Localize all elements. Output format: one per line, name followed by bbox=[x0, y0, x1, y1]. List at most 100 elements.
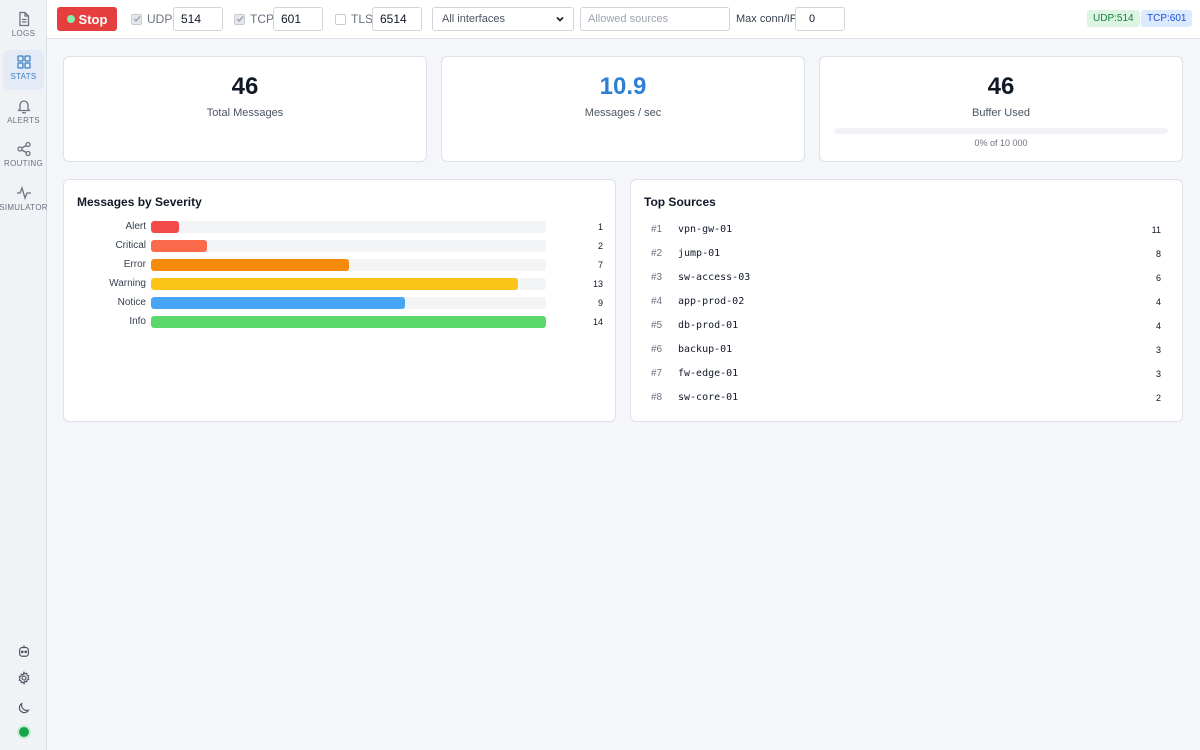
severity-bar-track bbox=[151, 221, 546, 233]
top-sources-panel: Top Sources #1 vpn-gw-01 11 #2 jump-01 8 #3 sw-… bbox=[630, 179, 1183, 422]
severity-row-warning: Warning 13 bbox=[64, 277, 617, 291]
severity-name: Critical bbox=[115, 240, 146, 251]
source-count: 3 bbox=[1155, 369, 1161, 379]
tcp-label: TCP bbox=[250, 12, 274, 26]
bell-icon bbox=[16, 100, 31, 114]
source-row[interactable]: #8 sw-core-01 2 bbox=[631, 391, 1184, 405]
file-icon bbox=[18, 11, 29, 27]
source-row[interactable]: #6 backup-01 3 bbox=[631, 343, 1184, 357]
severity-bar bbox=[151, 316, 546, 328]
sidebar-item-label: STATS bbox=[10, 72, 37, 81]
udp-label: UDP bbox=[147, 12, 173, 26]
source-count: 6 bbox=[1155, 273, 1161, 283]
stop-label: Stop bbox=[78, 11, 108, 27]
source-count: 4 bbox=[1155, 321, 1161, 331]
theme-toggle[interactable] bbox=[0, 701, 47, 715]
udp-checkbox[interactable] bbox=[131, 13, 142, 25]
tls-toggle[interactable]: TLS bbox=[335, 7, 373, 31]
sidebar-item-simulator[interactable]: SIMULATOR bbox=[0, 181, 48, 221]
tcp-status-badge: TCP:601 bbox=[1141, 10, 1193, 27]
tcp-port-input[interactable] bbox=[273, 7, 323, 31]
udp-port-input[interactable] bbox=[173, 7, 223, 31]
tcp-checkbox[interactable] bbox=[234, 13, 245, 25]
settings-button[interactable] bbox=[0, 671, 47, 685]
severity-name: Notice bbox=[117, 297, 146, 308]
check-icon bbox=[133, 16, 141, 23]
interface-select-value: All interfaces bbox=[442, 13, 505, 25]
max-conn-input[interactable] bbox=[795, 7, 845, 31]
allowed-sources-input[interactable] bbox=[580, 7, 730, 31]
severity-title: Messages by Severity bbox=[77, 195, 202, 209]
toolbar: Stop UDP TCP TLS All interfaces Max conn… bbox=[47, 0, 1200, 39]
source-count: 8 bbox=[1155, 249, 1161, 259]
message-rate-value: 10.9 bbox=[599, 73, 647, 100]
sidebar-item-alerts[interactable]: ALERTS bbox=[3, 94, 44, 134]
message-rate-card: 10.9 Messages / sec bbox=[441, 56, 805, 162]
sidebar-item-logs[interactable]: LOGS bbox=[3, 7, 44, 47]
source-name: fw-edge-01 bbox=[678, 368, 739, 379]
source-rank: #7 bbox=[651, 368, 663, 379]
severity-bar bbox=[151, 278, 518, 290]
sidebar-item-label: ALERTS bbox=[7, 116, 40, 125]
pulse-icon bbox=[16, 186, 31, 200]
severity-row-info: Info 14 bbox=[64, 315, 617, 329]
top-sources-title: Top Sources bbox=[644, 195, 716, 209]
status-dot bbox=[18, 727, 29, 737]
severity-row-critical: Critical 2 bbox=[64, 239, 617, 253]
source-name: vpn-gw-01 bbox=[678, 224, 733, 235]
sidebar-item-stats[interactable]: STATS bbox=[3, 50, 44, 90]
severity-count: 9 bbox=[597, 298, 603, 308]
source-rank: #6 bbox=[651, 344, 663, 355]
sidebar-item-routing[interactable]: ROUTING bbox=[3, 137, 44, 177]
severity-bar-track bbox=[151, 278, 546, 290]
source-name: sw-core-01 bbox=[678, 392, 739, 403]
sidebar: LOGS STATS ALERTS ROUTING SIMULATOR bbox=[0, 0, 48, 750]
source-name: jump-01 bbox=[678, 248, 721, 259]
robot-button[interactable] bbox=[0, 644, 47, 658]
total-messages-label: Total Messages bbox=[206, 107, 284, 119]
source-rank: #8 bbox=[651, 392, 663, 403]
severity-row-notice: Notice 9 bbox=[64, 296, 617, 310]
severity-bar bbox=[151, 221, 180, 233]
severity-count: 7 bbox=[597, 260, 603, 270]
source-row[interactable]: #4 app-prod-02 4 bbox=[631, 295, 1184, 309]
source-row[interactable]: #7 fw-edge-01 3 bbox=[631, 367, 1184, 381]
severity-count: 1 bbox=[597, 222, 603, 232]
severity-count: 2 bbox=[597, 241, 603, 251]
source-count: 4 bbox=[1155, 297, 1161, 307]
source-name: app-prod-02 bbox=[678, 296, 745, 307]
buffer-used-label: Buffer Used bbox=[972, 107, 1030, 119]
source-rank: #1 bbox=[651, 224, 663, 235]
max-conn-label: Max conn/IP bbox=[736, 13, 798, 25]
source-count: 11 bbox=[1151, 225, 1161, 235]
stop-button[interactable]: Stop bbox=[57, 7, 117, 31]
interface-select[interactable]: All interfaces bbox=[432, 7, 574, 31]
source-row[interactable]: #2 jump-01 8 bbox=[631, 247, 1184, 261]
buffer-used-value: 46 bbox=[987, 73, 1015, 100]
buffer-used-card: 46 Buffer Used 0% of 10 000 bbox=[819, 56, 1183, 162]
source-row[interactable]: #3 sw-access-03 6 bbox=[631, 271, 1184, 285]
severity-name: Info bbox=[129, 316, 146, 327]
total-messages-card: 46 Total Messages bbox=[63, 56, 427, 162]
severity-name: Alert bbox=[125, 221, 146, 232]
tls-checkbox[interactable] bbox=[335, 13, 346, 25]
sidebar-item-label: LOGS bbox=[11, 29, 36, 38]
severity-bar bbox=[151, 259, 349, 271]
udp-toggle[interactable]: UDP bbox=[131, 7, 172, 31]
total-messages-value: 46 bbox=[231, 73, 259, 100]
severity-bar-track bbox=[151, 240, 546, 252]
sidebar-item-label: ROUTING bbox=[4, 159, 43, 168]
severity-row-alert: Alert 1 bbox=[64, 220, 617, 234]
moon-icon bbox=[18, 702, 30, 714]
source-rank: #5 bbox=[651, 320, 663, 331]
check-icon bbox=[236, 16, 244, 23]
source-row[interactable]: #5 db-prod-01 4 bbox=[631, 319, 1184, 333]
tcp-toggle[interactable]: TCP bbox=[234, 7, 274, 31]
severity-bar-track bbox=[151, 259, 546, 271]
severity-bar-track bbox=[151, 297, 546, 309]
source-name: backup-01 bbox=[678, 344, 733, 355]
severity-count: 14 bbox=[592, 317, 603, 327]
tls-port-input[interactable] bbox=[372, 7, 422, 31]
connection-status bbox=[0, 727, 47, 737]
source-row[interactable]: #1 vpn-gw-01 11 bbox=[631, 223, 1184, 237]
